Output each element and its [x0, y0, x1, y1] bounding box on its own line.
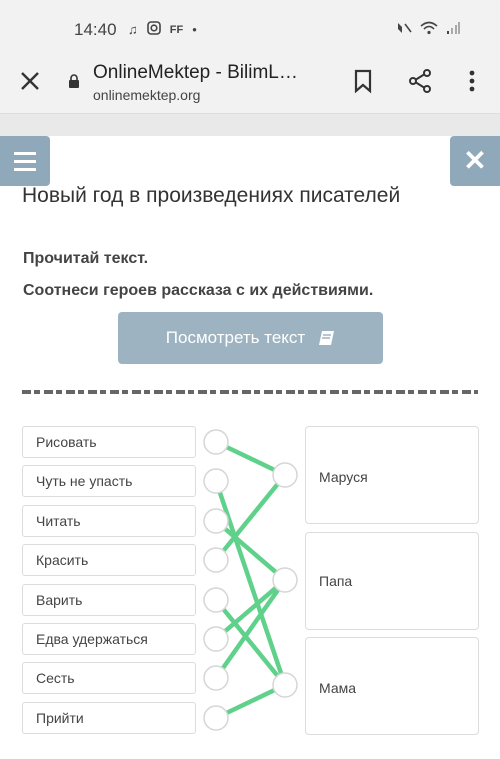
divider: [22, 390, 478, 394]
action-item[interactable]: Варить: [22, 584, 196, 616]
more-vertical-icon: [469, 70, 475, 92]
share-icon: [409, 69, 431, 93]
character-item[interactable]: Папа: [305, 532, 479, 630]
page-top-strip: [0, 114, 500, 136]
bookmark-button[interactable]: [352, 68, 374, 94]
bookmark-icon: [354, 69, 372, 94]
hamburger-icon: [14, 152, 36, 155]
music-note-icon: ♫: [128, 22, 138, 37]
character-label: Маруся: [319, 469, 368, 485]
action-item[interactable]: Чуть не упасть: [22, 465, 196, 497]
ff-icon: FF: [169, 23, 184, 36]
status-time: 14:40: [74, 20, 117, 39]
site-url[interactable]: onlinemektep.org: [93, 87, 200, 103]
menu-button[interactable]: [0, 136, 50, 186]
view-text-button[interactable]: Посмотреть текст: [118, 312, 383, 364]
close-tab-button[interactable]: [18, 69, 42, 93]
view-text-label: Посмотреть текст: [165, 328, 306, 347]
lock-icon: [68, 74, 80, 88]
page-title: Новый год в произведениях писателей: [22, 184, 401, 207]
character-label: Мама: [319, 680, 357, 696]
action-item[interactable]: Прийти: [22, 702, 196, 734]
action-item[interactable]: Рисовать: [22, 426, 196, 458]
action-item[interactable]: Красить: [22, 544, 196, 576]
action-item[interactable]: Сесть: [22, 662, 196, 694]
wifi-icon: [420, 21, 438, 38]
book-icon: [319, 331, 335, 345]
instruction-read: Прочитай текст.: [23, 250, 149, 267]
signal-icon: [446, 21, 460, 38]
close-icon: ✕: [463, 145, 487, 176]
status-icons-left: ♫ FF •: [128, 21, 197, 38]
site-title[interactable]: OnlineMektep - BilimL…: [93, 62, 298, 84]
instagram-icon: [146, 21, 161, 38]
status-icons-right: [396, 21, 460, 38]
close-icon: [21, 72, 39, 90]
action-item[interactable]: Едва удержаться: [22, 623, 196, 655]
character-item[interactable]: Маруся: [305, 426, 479, 524]
mute-icon: [396, 21, 412, 38]
dot-icon: •: [192, 22, 197, 37]
action-item[interactable]: Читать: [22, 505, 196, 537]
share-button[interactable]: [408, 68, 432, 94]
more-menu-button[interactable]: [464, 68, 480, 94]
character-label: Папа: [319, 573, 353, 589]
instruction-match: Соотнеси героев рассказа с их действиями…: [23, 282, 374, 299]
character-item[interactable]: Мама: [305, 637, 479, 735]
browser-toolbar: OnlineMektep - BilimL… onlinemektep.org: [0, 56, 500, 114]
status-bar: 14:40 ♫ FF •: [0, 0, 500, 56]
close-exercise-button[interactable]: ✕: [450, 136, 500, 186]
